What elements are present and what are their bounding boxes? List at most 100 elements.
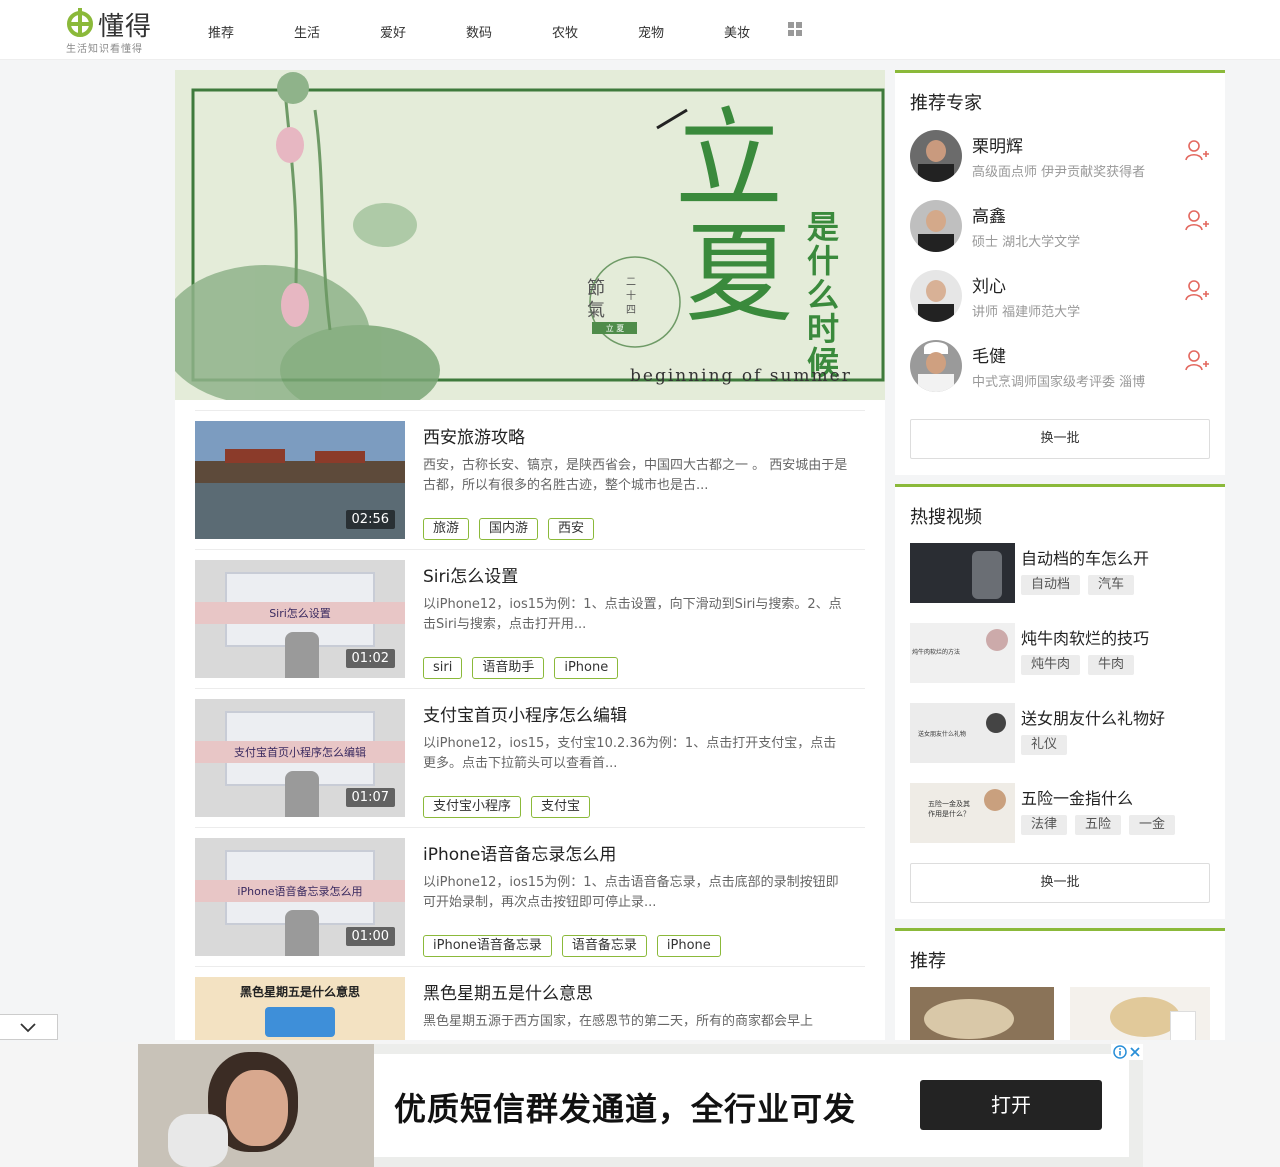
video-duration: 01:07 [345, 788, 395, 807]
avatar[interactable] [910, 270, 962, 322]
hot-video-tags: 礼仪 [1021, 733, 1075, 755]
nav-item-hobby[interactable]: 爱好 [350, 22, 436, 41]
ad-banner[interactable]: 优质短信群发通道，全行业可发 打开 [138, 1044, 1143, 1167]
hot-video-title[interactable]: 自动档的车怎么开 [1021, 545, 1149, 569]
thumb-caption: 五险一金及其作用是什么？ [928, 800, 970, 818]
expert-item[interactable]: 高鑫 硕士 湖北大学文学 [910, 198, 1210, 254]
tag[interactable]: iPhone [554, 657, 619, 679]
tag[interactable]: 一金 [1129, 815, 1176, 835]
hot-videos-panel: 热搜视频 自动档的车怎么开 自动档 汽车 炖牛肉软烂的方法 炖牛肉软烂的技巧 炖牛… [895, 484, 1225, 919]
hot-video-item[interactable]: 自动档的车怎么开 自动档 汽车 [910, 543, 1210, 603]
article-desc: 黑色星期五源于西方国家，在感恩节的第二天，所有的商家都会早上 [423, 1014, 814, 1029]
nav-item-recommend[interactable]: 推荐 [178, 22, 264, 41]
article-item[interactable]: iPhone语音备忘录怎么用 01:00 iPhone语音备忘录怎么用 以iPh… [195, 827, 865, 966]
thumb-caption: 支付宝首页小程序怎么编辑 [234, 746, 366, 759]
follow-user-icon[interactable] [1184, 208, 1210, 234]
hot-video-item[interactable]: 炖牛肉软烂的方法 炖牛肉软烂的技巧 炖牛肉 牛肉 [910, 623, 1210, 683]
ad-info-icon[interactable] [1113, 1045, 1127, 1059]
tag[interactable]: 语音备忘录 [561, 935, 647, 957]
refresh-hot-videos-button[interactable]: 换一批 [910, 863, 1210, 903]
recommend-title: 推荐 [910, 951, 946, 972]
article-title[interactable]: iPhone语音备忘录怎么用 [423, 840, 616, 865]
article-thumbnail[interactable]: 黑色星期五是什么意思 [195, 977, 405, 1040]
hot-video-thumbnail[interactable]: 送女朋友什么礼物 [910, 703, 1015, 763]
collapse-toggle[interactable] [0, 1014, 58, 1040]
hot-video-title[interactable]: 炖牛肉软烂的技巧 [1021, 625, 1149, 649]
tag[interactable]: 法律 [1021, 815, 1068, 835]
hot-video-item[interactable]: 五险一金及其作用是什么？ 五险一金指什么 法律 五险 一金 [910, 783, 1210, 843]
refresh-experts-button[interactable]: 换一批 [910, 419, 1210, 459]
banner-seal-2: 氣 [587, 300, 605, 321]
article-thumbnail[interactable]: 支付宝首页小程序怎么编辑 01:07 [195, 699, 405, 817]
expert-name[interactable]: 刘心 [972, 272, 1006, 297]
nav-item-life[interactable]: 生活 [264, 22, 350, 41]
hot-video-tags: 自动档 汽车 [1021, 573, 1142, 595]
nav-item-pets[interactable]: 宠物 [608, 22, 694, 41]
hot-video-item[interactable]: 送女朋友什么礼物 送女朋友什么礼物好 礼仪 [910, 703, 1210, 763]
tag[interactable]: 国内游 [479, 518, 539, 540]
follow-user-icon[interactable] [1184, 348, 1210, 374]
hot-video-title[interactable]: 送女朋友什么礼物好 [1021, 705, 1165, 729]
tag[interactable]: 汽车 [1088, 575, 1135, 595]
avatar[interactable] [910, 340, 962, 392]
hero-banner[interactable]: 立 夏 是什么时候 節 氣 二十四 立 夏 beginning of summe… [175, 70, 885, 400]
expert-name[interactable]: 毛健 [972, 342, 1006, 367]
article-thumbnail[interactable]: 02:56 [195, 421, 405, 539]
article-thumbnail[interactable]: iPhone语音备忘录怎么用 01:00 [195, 838, 405, 956]
expert-item[interactable]: 毛健 中式烹调师国家级考评委 淄博 [910, 338, 1210, 394]
recommend-image-grain[interactable] [910, 987, 1054, 1040]
nav-item-farming[interactable]: 农牧 [522, 22, 608, 41]
tag[interactable]: 自动档 [1021, 575, 1081, 595]
follow-user-icon[interactable] [1184, 278, 1210, 304]
article-item[interactable]: 黑色星期五是什么意思 黑色星期五是什么意思 黑色星期五源于西方国家，在感恩节的第… [195, 966, 865, 1040]
tag[interactable]: 支付宝 [531, 796, 591, 818]
article-title[interactable]: 西安旅游攻略 [423, 423, 525, 448]
ad-headline: 优质短信群发通道，全行业可发 [394, 1090, 857, 1128]
nav-item-digital[interactable]: 数码 [436, 22, 522, 41]
article-thumbnail[interactable]: Siri怎么设置 01:02 [195, 560, 405, 678]
tag[interactable]: siri [423, 657, 463, 679]
ad-close-control[interactable] [1111, 1044, 1143, 1060]
hot-video-thumbnail[interactable]: 炖牛肉软烂的方法 [910, 623, 1015, 683]
ad-open-button[interactable]: 打开 [920, 1080, 1102, 1130]
hot-video-thumbnail[interactable]: 五险一金及其作用是什么？ [910, 783, 1015, 843]
hot-video-title[interactable]: 五险一金指什么 [1021, 785, 1133, 809]
avatar[interactable] [910, 130, 962, 182]
hot-video-thumbnail[interactable] [910, 543, 1015, 603]
thumb-caption: Siri怎么设置 [269, 607, 331, 620]
avatar[interactable] [910, 200, 962, 252]
tag[interactable]: iPhone语音备忘录 [423, 935, 552, 957]
follow-user-icon[interactable] [1184, 138, 1210, 164]
expert-name[interactable]: 高鑫 [972, 202, 1006, 227]
close-icon[interactable] [1129, 1046, 1141, 1058]
tag[interactable]: 五险 [1075, 815, 1122, 835]
tag[interactable]: 语音助手 [472, 657, 545, 679]
logo-title: 懂得 [98, 12, 153, 42]
article-desc: 以iPhone12，ios15，支付宝10.2.36为例：1、点击打开支付宝，点… [423, 736, 837, 771]
expert-name[interactable]: 栗明辉 [972, 132, 1023, 157]
main-feed: 立 夏 是什么时候 節 氣 二十四 立 夏 beginning of summe… [175, 70, 885, 1040]
expert-item[interactable]: 栗明辉 高级面点师 伊尹贡献奖获得者 [910, 128, 1210, 184]
article-title[interactable]: 黑色星期五是什么意思 [423, 979, 593, 1004]
grid-menu-icon[interactable] [788, 22, 802, 36]
hot-videos-title: 热搜视频 [910, 507, 982, 528]
article-item[interactable]: Siri怎么设置 01:02 Siri怎么设置 以iPhone12，ios15为… [195, 549, 865, 688]
article-item[interactable]: 支付宝首页小程序怎么编辑 01:07 支付宝首页小程序怎么编辑 以iPhone1… [195, 688, 865, 827]
nav-item-beauty[interactable]: 美妆 [694, 22, 780, 41]
tag[interactable]: 牛肉 [1088, 655, 1135, 675]
thumb-caption: 黑色星期五是什么意思 [239, 985, 360, 999]
tag[interactable]: 支付宝小程序 [423, 796, 522, 818]
tag[interactable]: 旅游 [423, 518, 470, 540]
tag[interactable]: 礼仪 [1021, 735, 1068, 755]
recommend-image-oats[interactable] [1070, 987, 1210, 1040]
recommend-panel: 推荐 [895, 928, 1225, 1040]
expert-item[interactable]: 刘心 讲师 福建师范大学 [910, 268, 1210, 324]
tag[interactable]: iPhone [656, 935, 721, 957]
tag[interactable]: 西安 [548, 518, 595, 540]
tag[interactable]: 炖牛肉 [1021, 655, 1081, 675]
site-logo[interactable]: 懂得 生活知识看懂得 [66, 6, 166, 55]
article-title[interactable]: 支付宝首页小程序怎么编辑 [423, 701, 627, 726]
article-title[interactable]: Siri怎么设置 [423, 562, 518, 587]
article-item[interactable]: 02:56 西安旅游攻略 西安，古称长安、镐京，是陕西省会，中国四大古都之一 。… [195, 410, 865, 549]
banner-english: beginning of summer [630, 366, 852, 386]
